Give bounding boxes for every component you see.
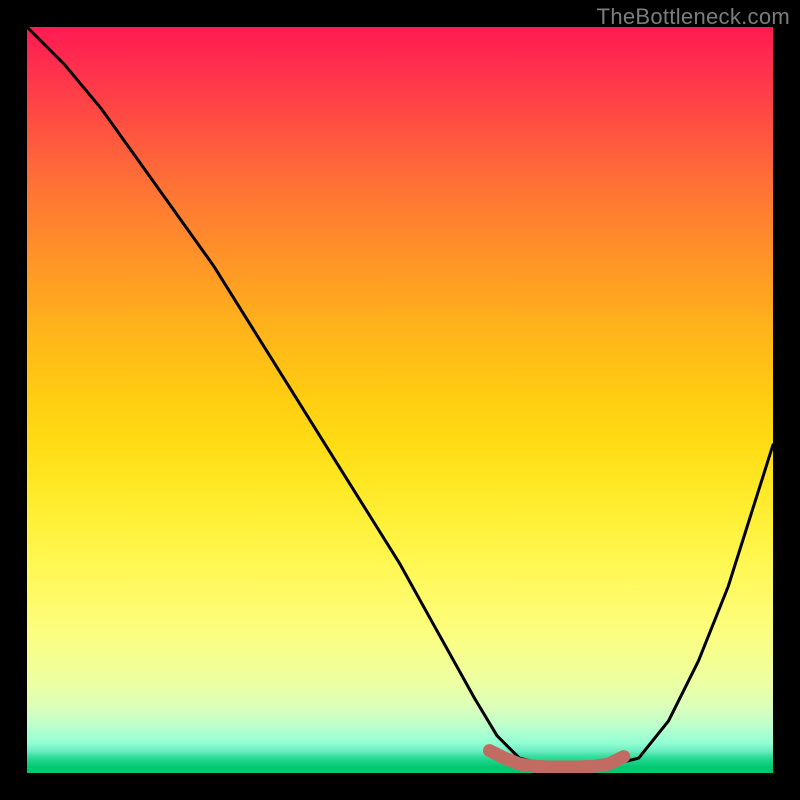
bottleneck-curve [27,27,773,766]
chart-container: TheBottleneck.com [0,0,800,800]
watermark-text: TheBottleneck.com [597,4,790,30]
chart-svg [27,27,773,773]
bottom-highlight-curve [490,751,624,767]
plot-area [27,27,773,773]
